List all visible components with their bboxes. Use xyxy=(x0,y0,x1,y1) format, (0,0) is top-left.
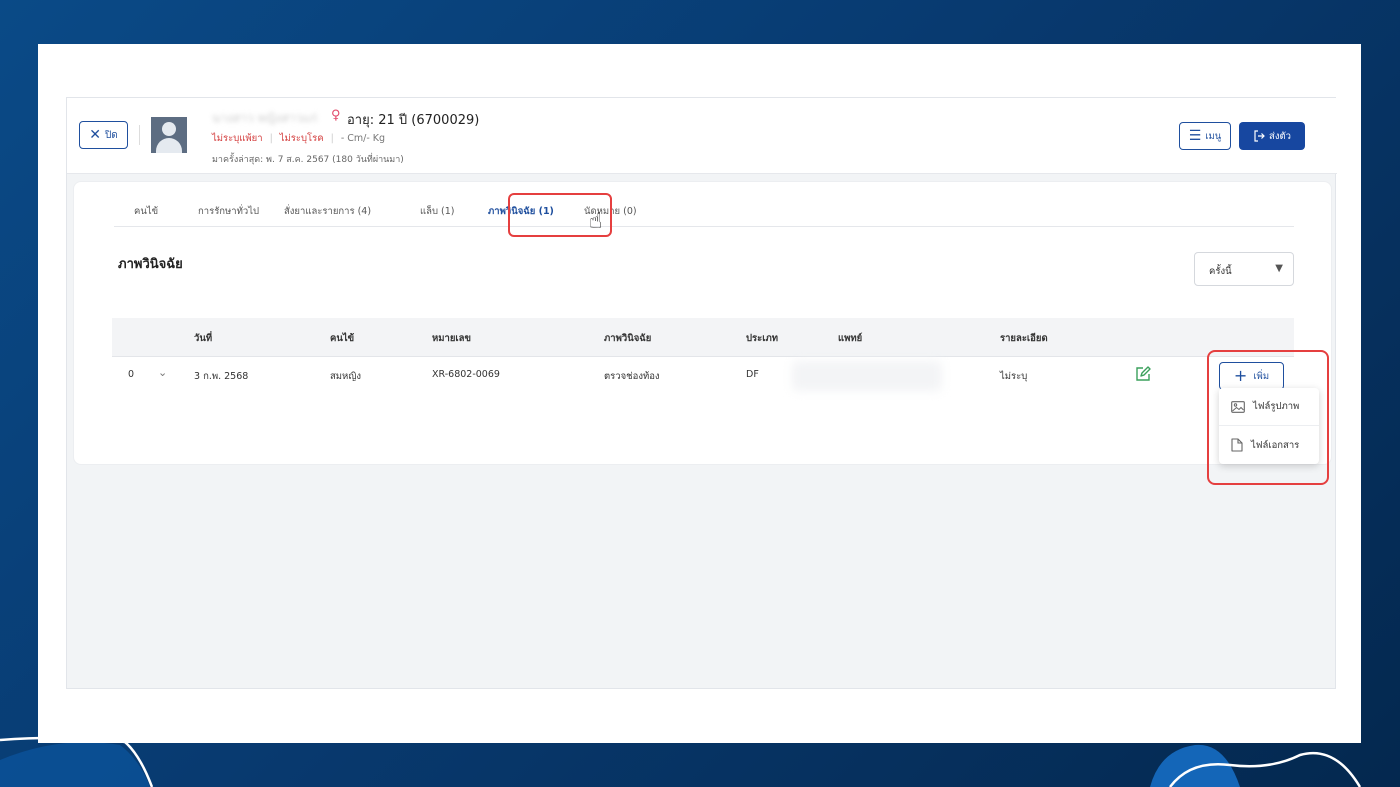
close-button[interactable]: ✕ ปิด xyxy=(79,121,128,149)
send-label: ส่งตัว xyxy=(1269,130,1291,142)
table-header: วันที่ คนไข้ หมายเลข ภาพวินิจฉัย ประเภท … xyxy=(112,318,1294,357)
female-icon: ♀ xyxy=(331,108,341,123)
tag-separator: | xyxy=(269,133,273,144)
disease-tag: ไม่ระบุโรค xyxy=(279,133,324,144)
col-patient: คนไข้ xyxy=(330,333,355,344)
screenshot-frame: ✕ ปิด นางสาว หญิงสาวแก่ ♀ อายุ: 21 ปี (6… xyxy=(38,44,1361,743)
caret-down-icon: ▼ xyxy=(1275,263,1283,274)
col-date: วันที่ xyxy=(194,333,213,344)
row-diagnosis: ตรวจช่องท้อง xyxy=(604,371,660,382)
app-window: ✕ ปิด นางสาว หญิงสาวแก่ ♀ อายุ: 21 ปี (6… xyxy=(66,97,1337,689)
add-dropdown-menu: ไฟล์รูปภาพ ไฟล์เอกสาร xyxy=(1219,388,1319,464)
edit-icon[interactable] xyxy=(1134,365,1152,383)
tab-general-treatment[interactable]: การรักษาทั่วไป xyxy=(198,204,259,219)
row-patient: สมหญิง xyxy=(330,371,362,382)
chevron-down-icon[interactable]: ⌄ xyxy=(158,366,167,379)
col-detail: รายละเอียด xyxy=(1000,333,1048,344)
avatar xyxy=(151,117,187,153)
patient-tags: ไม่ระบุแพ้ยา | ไม่ระบุโรค | - Cm/- Kg xyxy=(212,131,385,146)
allergy-tag: ไม่ระบุแพ้ยา xyxy=(212,133,263,144)
filter-value: ครั้งนี้ xyxy=(1209,266,1232,277)
tag-separator: | xyxy=(330,133,334,144)
measure-tag: - Cm/- Kg xyxy=(340,133,386,144)
row-type: DF xyxy=(746,369,759,380)
col-number: หมายเลข xyxy=(432,333,471,344)
table-row: 0 ⌄ 3 ก.พ. 2568 สมหญิง XR-6802-0069 ตรวจ… xyxy=(112,357,1294,395)
image-icon xyxy=(1231,400,1245,413)
last-visit: มาครั้งล่าสุด: พ. 7 ส.ค. 2567 (180 วันที… xyxy=(212,155,404,165)
exit-icon xyxy=(1254,130,1265,142)
row-detail: ไม่ระบุ xyxy=(1000,371,1028,382)
tab-lab[interactable]: แล็บ (1) xyxy=(420,204,454,219)
tab-bar: คนไข้ การรักษาทั่วไป สั่งยาและรายการ (4)… xyxy=(114,192,1294,237)
hamburger-icon: ☰ xyxy=(1188,128,1202,144)
document-icon xyxy=(1231,438,1243,452)
row-number: XR-6802-0069 xyxy=(432,369,500,380)
menu-item-image-file[interactable]: ไฟล์รูปภาพ xyxy=(1219,388,1319,426)
menu-item-document-file[interactable]: ไฟล์เอกสาร xyxy=(1219,426,1319,464)
plus-icon: + xyxy=(1233,366,1248,385)
add-button[interactable]: + เพิ่ม xyxy=(1219,362,1284,390)
row-date: 3 ก.พ. 2568 xyxy=(194,371,249,382)
col-type: ประเภท xyxy=(746,333,779,344)
content-card: คนไข้ การรักษาทั่วไป สั่งยาและรายการ (4)… xyxy=(73,181,1332,465)
col-diagnosis: ภาพวินิจฉัย xyxy=(604,333,652,344)
patient-header: ✕ ปิด นางสาว หญิงสาวแก่ ♀ อายุ: 21 ปี (6… xyxy=(67,98,1337,174)
close-label: ปิด xyxy=(104,129,118,141)
menu-label: เมนู xyxy=(1205,130,1222,142)
header-divider xyxy=(139,125,140,145)
menu-item-label: ไฟล์เอกสาร xyxy=(1251,439,1300,451)
section-title: ภาพวินิจฉัย xyxy=(118,257,183,272)
patient-name: นางสาว หญิงสาวแก่ xyxy=(212,111,318,125)
patient-age: อายุ: 21 ปี (6700029) xyxy=(347,113,480,128)
close-icon: ✕ xyxy=(89,127,101,143)
row-doctor-redacted xyxy=(792,361,942,391)
row-index: 0 xyxy=(128,369,135,380)
col-doctor: แพทย์ xyxy=(838,333,863,344)
menu-item-label: ไฟล์รูปภาพ xyxy=(1253,401,1300,412)
pointer-cursor-icon: ☝ xyxy=(589,209,603,234)
menu-button[interactable]: ☰ เมนู xyxy=(1179,122,1231,150)
filter-select[interactable]: ครั้งนี้ ▼ xyxy=(1194,252,1294,286)
send-button[interactable]: ส่งตัว xyxy=(1239,122,1305,150)
add-label: เพิ่ม xyxy=(1253,370,1270,382)
tab-patient[interactable]: คนไข้ xyxy=(134,204,158,219)
tab-orders[interactable]: สั่งยาและรายการ (4) xyxy=(284,204,371,219)
